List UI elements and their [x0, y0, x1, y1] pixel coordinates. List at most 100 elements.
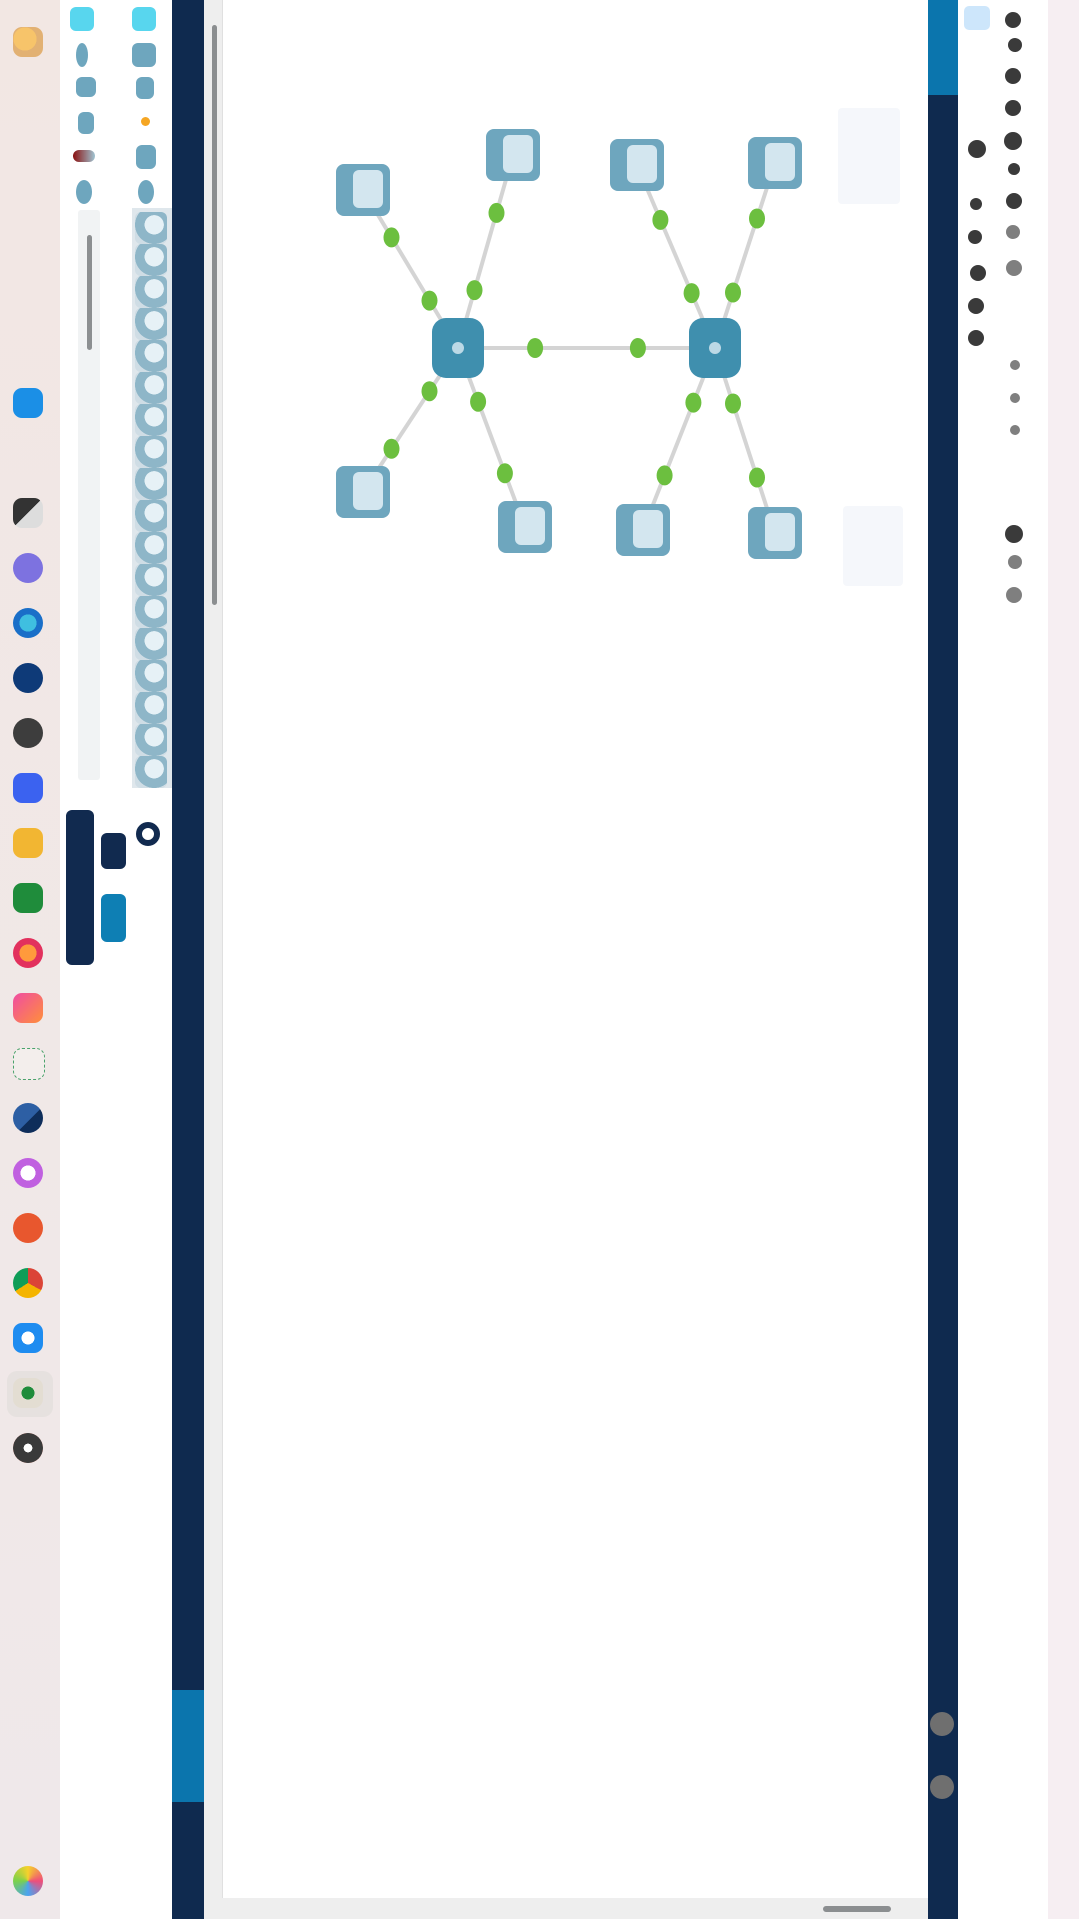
device-tile[interactable] — [135, 276, 167, 308]
finder-icon[interactable] — [13, 27, 43, 57]
lightning-tool-icon[interactable] — [141, 117, 150, 126]
recorder-icon[interactable] — [13, 1433, 43, 1463]
simulation-mode-button[interactable] — [101, 833, 126, 869]
tool-icon[interactable] — [1005, 68, 1021, 84]
sketch-icon[interactable] — [13, 1213, 43, 1243]
vpn-icon[interactable] — [13, 553, 43, 583]
device-tile[interactable] — [135, 500, 167, 532]
tool-icon[interactable] — [1005, 100, 1021, 116]
device-tool-icon[interactable] — [136, 145, 156, 169]
device-tile[interactable] — [135, 404, 167, 436]
ring-icon[interactable] — [136, 822, 160, 846]
maps-icon[interactable] — [13, 1048, 45, 1080]
tool-icon[interactable] — [1010, 425, 1020, 435]
device-tool-icon[interactable] — [76, 43, 88, 67]
device-tile[interactable] — [135, 244, 167, 276]
app-store-icon[interactable] — [13, 388, 43, 418]
switch-node[interactable] — [616, 504, 670, 556]
settings-icon[interactable] — [13, 498, 43, 528]
realtime-mode-button[interactable] — [101, 894, 126, 942]
device-tool-icon[interactable] — [138, 180, 154, 204]
device-tile[interactable] — [135, 308, 167, 340]
window-edge — [1048, 0, 1079, 1919]
mode-toggle-pill[interactable] — [66, 810, 94, 965]
logical-workspace[interactable] — [222, 0, 929, 1898]
canvas-vertical-scrollbar[interactable] — [212, 25, 217, 605]
switch-node[interactable] — [498, 501, 552, 553]
spreadsheet-icon[interactable] — [13, 883, 43, 913]
color-wheel-icon[interactable] — [13, 1866, 43, 1896]
tool-icon[interactable] — [1008, 555, 1022, 569]
chrome-icon[interactable] — [13, 1268, 43, 1298]
right-navy-toolbar — [928, 0, 958, 1919]
tool-icon[interactable] — [1006, 193, 1022, 209]
browser-icon[interactable] — [13, 608, 43, 638]
selected-tool-icon[interactable] — [964, 6, 990, 30]
device-tool-icon[interactable] — [78, 112, 94, 134]
link-status-indicator — [725, 282, 741, 303]
device-tile[interactable] — [135, 340, 167, 372]
tool-icon[interactable] — [1008, 38, 1022, 52]
music-icon[interactable] — [13, 718, 43, 748]
link-status-indicator — [749, 467, 765, 488]
device-tile[interactable] — [135, 564, 167, 596]
tool-icon[interactable] — [1006, 587, 1022, 603]
notes-icon[interactable] — [13, 828, 43, 858]
device-tile[interactable] — [135, 628, 167, 660]
tool-icon[interactable] — [1010, 393, 1020, 403]
teams-icon[interactable] — [13, 1323, 43, 1353]
tool-icon[interactable] — [968, 140, 986, 158]
device-tile[interactable] — [135, 756, 167, 788]
tool-icon[interactable] — [1005, 525, 1023, 543]
device-tile[interactable] — [135, 596, 167, 628]
router-node[interactable] — [432, 318, 484, 378]
device-tile[interactable] — [135, 372, 167, 404]
device-tool-icon[interactable] — [132, 43, 156, 67]
device-tool-icon[interactable] — [76, 77, 96, 97]
device-tool-icon[interactable] — [70, 7, 94, 31]
node-layer — [336, 129, 802, 559]
router-node[interactable] — [689, 318, 741, 378]
terminal-icon[interactable] — [13, 663, 43, 693]
device-tool-icon[interactable] — [76, 180, 92, 204]
cable-tool-icon[interactable] — [73, 150, 95, 162]
tool-icon[interactable] — [970, 198, 982, 210]
tool-icon[interactable] — [1006, 260, 1022, 276]
switch-node[interactable] — [610, 139, 664, 191]
switch-node[interactable] — [336, 466, 390, 518]
editor-icon[interactable] — [13, 1103, 43, 1133]
device-tile[interactable] — [135, 532, 167, 564]
switch-node[interactable] — [748, 507, 802, 559]
toolbar-button[interactable] — [930, 1775, 954, 1799]
palette-scroll-thumb[interactable] — [87, 235, 92, 350]
left-toolbar-highlight[interactable] — [172, 1690, 204, 1802]
tool-icon[interactable] — [968, 330, 984, 346]
tool-icon[interactable] — [1008, 163, 1020, 175]
switch-node[interactable] — [336, 164, 390, 216]
firefox-icon[interactable] — [13, 938, 43, 968]
network-tool-icon[interactable] — [13, 1378, 43, 1408]
tool-icon[interactable] — [968, 230, 982, 244]
tool-icon[interactable] — [970, 265, 986, 281]
tool-icon[interactable] — [1006, 225, 1020, 239]
tool-icon[interactable] — [1005, 12, 1021, 28]
device-tool-icon[interactable] — [136, 77, 154, 99]
tool-icon[interactable] — [1004, 132, 1022, 150]
device-tile[interactable] — [135, 660, 167, 692]
photos-icon[interactable] — [13, 993, 43, 1023]
toolbar-button[interactable] — [930, 1712, 954, 1736]
switch-node[interactable] — [486, 129, 540, 181]
tool-icon[interactable] — [1010, 360, 1020, 370]
device-tile[interactable] — [135, 468, 167, 500]
device-tile[interactable] — [135, 436, 167, 468]
mail-icon[interactable] — [13, 773, 43, 803]
device-tool-icon[interactable] — [132, 7, 156, 31]
device-tile[interactable] — [135, 692, 167, 724]
switch-node[interactable] — [748, 137, 802, 189]
colors-icon[interactable] — [13, 1158, 43, 1188]
canvas-horizontal-scrollbar[interactable] — [823, 1906, 891, 1912]
right-toolbar-highlight[interactable] — [928, 0, 958, 95]
device-tile[interactable] — [135, 212, 167, 244]
device-tile[interactable] — [135, 724, 167, 756]
tool-icon[interactable] — [968, 298, 984, 314]
